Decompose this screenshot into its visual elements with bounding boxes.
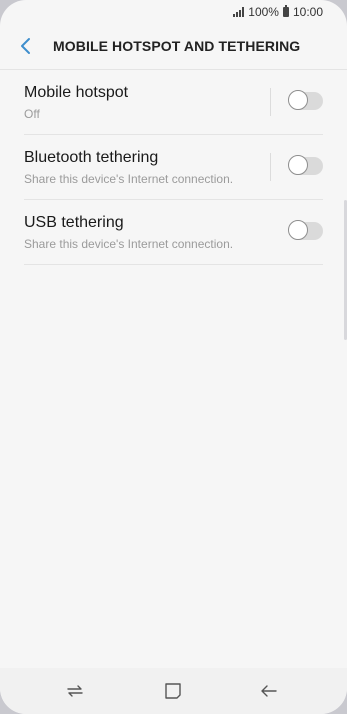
home-icon[interactable] bbox=[163, 681, 183, 701]
navigation-bar bbox=[0, 668, 347, 714]
device-screen: 100% 10:00 MOBILE HOTSPOT AND TETHERING … bbox=[0, 0, 347, 714]
status-right: 100% 10:00 bbox=[233, 5, 323, 19]
row-divider bbox=[270, 153, 271, 181]
battery-icon bbox=[282, 5, 289, 17]
mobile-hotspot-toggle[interactable] bbox=[288, 90, 323, 110]
setting-subtitle: Off bbox=[24, 107, 40, 121]
page-title: MOBILE HOTSPOT AND TETHERING bbox=[53, 38, 301, 54]
row-divider bbox=[270, 88, 271, 116]
toggle-knob bbox=[288, 155, 308, 175]
status-time: 10:00 bbox=[292, 5, 323, 19]
setting-label: USB tethering bbox=[24, 214, 124, 231]
back-arrow-icon[interactable] bbox=[259, 681, 279, 701]
toggle-knob bbox=[288, 90, 308, 110]
usb-tethering-toggle[interactable] bbox=[288, 220, 323, 240]
setting-mobile-hotspot[interactable]: Mobile hotspot Off bbox=[24, 70, 323, 135]
bluetooth-tethering-toggle[interactable] bbox=[288, 155, 323, 175]
recent-apps-icon[interactable] bbox=[65, 681, 85, 701]
setting-subtitle: Share this device's Internet connection. bbox=[24, 172, 234, 186]
toggle-knob bbox=[288, 220, 308, 240]
setting-subtitle: Share this device's Internet connection. bbox=[24, 237, 234, 251]
setting-label: Bluetooth tethering bbox=[24, 149, 159, 166]
settings-list: Mobile hotspot Off Bluetooth tethering S… bbox=[0, 70, 347, 265]
battery-percentage: 100% bbox=[248, 5, 279, 19]
app-header: MOBILE HOTSPOT AND TETHERING bbox=[0, 24, 347, 70]
signal-icon bbox=[233, 7, 245, 17]
chevron-left-icon[interactable] bbox=[18, 36, 36, 56]
setting-bluetooth-tethering[interactable]: Bluetooth tethering Share this device's … bbox=[24, 135, 323, 200]
status-bar: 100% 10:00 bbox=[0, 0, 347, 24]
setting-usb-tethering[interactable]: USB tethering Share this device's Intern… bbox=[24, 200, 323, 265]
setting-label: Mobile hotspot bbox=[24, 84, 129, 101]
